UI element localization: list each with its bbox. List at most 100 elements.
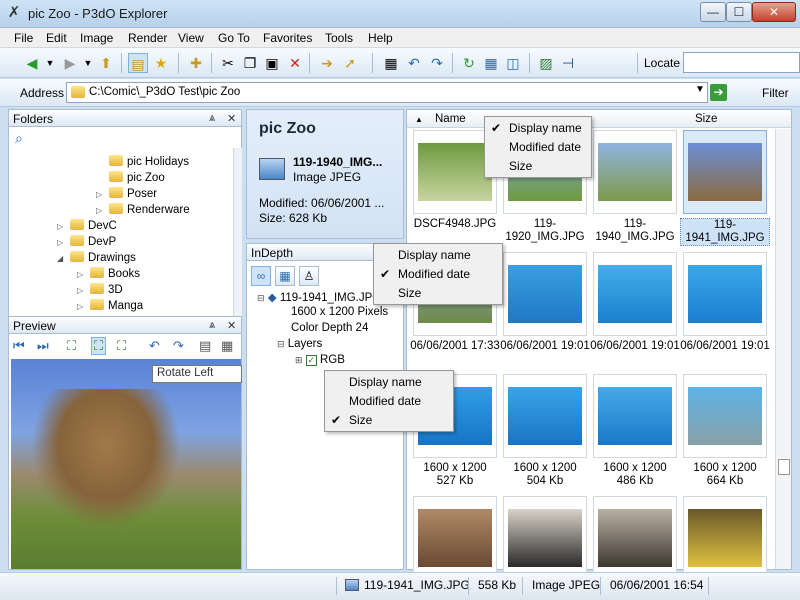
- menu-favorites[interactable]: Favorites: [263, 31, 312, 45]
- expand-icon[interactable]: ▷: [77, 270, 87, 279]
- indepth-rgb-node[interactable]: ⊞ ✓ RGB: [295, 354, 345, 366]
- address-field[interactable]: C:\Comic\_P3dO Test\pic Zoo ▼: [66, 82, 708, 103]
- menu-item-size[interactable]: ✔ Size: [325, 411, 453, 430]
- collapse-icon[interactable]: ⩓: [209, 112, 215, 125]
- back-icon[interactable]: ◀: [22, 53, 42, 73]
- next-icon[interactable]: ⏭: [37, 338, 49, 354]
- expand-icon[interactable]: ▷: [96, 190, 106, 199]
- tree-item-poser[interactable]: ▷ Poser: [96, 187, 157, 200]
- back-dropdown-icon[interactable]: ▼: [40, 53, 60, 73]
- properties-icon[interactable]: ▦: [221, 338, 233, 354]
- forward-dropdown-icon[interactable]: ▼: [78, 53, 98, 73]
- forward-icon[interactable]: ▶: [60, 53, 80, 73]
- menu-item-display-name[interactable]: Display name: [325, 373, 453, 392]
- menu-render[interactable]: Render: [128, 31, 167, 45]
- filter-button[interactable]: Filter: [762, 86, 789, 100]
- folders-toggle-icon[interactable]: ▤: [128, 53, 148, 73]
- menu-tools[interactable]: Tools: [325, 31, 353, 45]
- minimize-button[interactable]: —: [700, 2, 726, 22]
- close-icon[interactable]: ✕: [227, 319, 236, 332]
- menu-edit[interactable]: Edit: [46, 31, 67, 45]
- image-viewer-icon[interactable]: ▨: [536, 53, 556, 73]
- tree-item-pic-zoo[interactable]: pic Zoo: [109, 171, 165, 184]
- thumbnail-item[interactable]: [503, 374, 587, 458]
- menu-item-modified-date[interactable]: Modified date: [325, 392, 453, 411]
- thumbnail-item[interactable]: [593, 252, 677, 336]
- thumbnail-item[interactable]: [593, 130, 677, 214]
- grid-view-icon[interactable]: ▦: [275, 266, 295, 286]
- properties-icon[interactable]: ▦: [381, 53, 401, 73]
- file-list-scrollbar[interactable]: [775, 129, 791, 569]
- menu-item-display-name[interactable]: Display name: [374, 246, 502, 265]
- column-name[interactable]: Name: [435, 113, 466, 125]
- menu-view[interactable]: View: [178, 31, 204, 45]
- thumbnail-item[interactable]: [683, 374, 767, 458]
- thumbnail-item[interactable]: [593, 496, 677, 580]
- locate-input[interactable]: [683, 52, 800, 73]
- indepth-layers-node[interactable]: ⊟ Layers: [277, 338, 322, 350]
- new-folder-icon[interactable]: ✚: [186, 53, 206, 73]
- close-icon[interactable]: ✕: [227, 112, 236, 125]
- tree-item-devp[interactable]: ▷ DevP: [57, 235, 116, 248]
- thumbnail-item[interactable]: [503, 252, 587, 336]
- expand-icon[interactable]: ▷: [77, 302, 87, 311]
- actual-size-icon[interactable]: ⛶: [91, 337, 107, 355]
- scrollbar-thumb[interactable]: [778, 459, 790, 475]
- close-button[interactable]: ✕: [752, 2, 796, 22]
- menu-go-to[interactable]: Go To: [218, 31, 250, 45]
- collapse-icon[interactable]: ⩓: [209, 319, 215, 332]
- move-to-icon[interactable]: ➔: [317, 53, 337, 73]
- menu-image[interactable]: Image: [80, 31, 113, 45]
- column-size[interactable]: Size: [695, 113, 717, 125]
- rotate-left-icon[interactable]: ↶: [149, 338, 160, 354]
- rotate-left-icon[interactable]: ↶: [404, 53, 424, 73]
- previous-icon[interactable]: ⏮: [13, 338, 25, 354]
- menu-item-display-name[interactable]: ✔ Display name: [485, 119, 591, 138]
- chevron-down-icon[interactable]: ▼: [695, 84, 705, 95]
- thumbnail-item[interactable]: [593, 374, 677, 458]
- folders-scrollbar[interactable]: [233, 148, 242, 316]
- tree-item-devc[interactable]: ▷ DevC: [57, 219, 117, 232]
- indepth-file-node[interactable]: ⊟ ◆ 119-1941_IMG.JPG: [257, 290, 381, 304]
- menu-item-modified-date[interactable]: ✔ Modified date: [374, 265, 502, 284]
- title-bar[interactable]: ✗ pic Zoo - P3dO Explorer — ☐ ✕: [0, 0, 800, 28]
- search-icon[interactable]: ⌕: [15, 130, 23, 147]
- paste-icon[interactable]: ▣: [262, 53, 282, 73]
- pin-icon[interactable]: ⊣: [558, 53, 578, 73]
- refresh-icon[interactable]: ↻: [459, 53, 479, 73]
- runner-icon[interactable]: ♙: [299, 266, 319, 286]
- thumbnails-view-icon[interactable]: ▦: [481, 53, 501, 73]
- favorites-star-icon[interactable]: ★: [151, 53, 171, 73]
- tree-item-drawings[interactable]: ◢ Drawings: [57, 251, 136, 264]
- menu-item-modified-date[interactable]: Modified date: [485, 138, 591, 157]
- tree-item-books[interactable]: ▷ Books: [77, 267, 140, 280]
- menu-help[interactable]: Help: [368, 31, 393, 45]
- checkbox-checked-icon[interactable]: ✓: [305, 355, 317, 366]
- details-view-icon[interactable]: ◫: [503, 53, 523, 73]
- rotate-right-icon[interactable]: ↷: [173, 338, 184, 354]
- thumbnail-item[interactable]: [413, 496, 497, 580]
- tree-item-pic-holidays[interactable]: pic Holidays: [109, 155, 189, 168]
- go-arrow-icon[interactable]: ➔: [710, 84, 727, 101]
- menu-item-size[interactable]: Size: [374, 284, 502, 303]
- thumbnail-item[interactable]: [683, 252, 767, 336]
- tree-item-renderware[interactable]: ▷ Renderware: [96, 203, 190, 216]
- tree-item-manga[interactable]: ▷ Manga: [77, 299, 143, 312]
- rotate-right-icon[interactable]: ↷: [427, 53, 447, 73]
- collapse-icon[interactable]: ◢: [57, 254, 67, 263]
- zoom-icon[interactable]: ⛶: [117, 338, 126, 354]
- copy-icon[interactable]: ❐: [240, 53, 260, 73]
- binoculars-icon[interactable]: ∞: [251, 266, 271, 286]
- cut-icon[interactable]: ✂: [218, 53, 238, 73]
- menu-item-size[interactable]: Size: [485, 157, 591, 176]
- save-icon[interactable]: ▤: [199, 338, 211, 354]
- expand-icon[interactable]: ▷: [57, 222, 67, 231]
- maximize-button[interactable]: ☐: [726, 2, 752, 22]
- thumbnail-item[interactable]: [683, 496, 767, 580]
- fit-icon[interactable]: ⛶: [67, 338, 76, 354]
- expand-icon[interactable]: ▷: [57, 238, 67, 247]
- delete-icon[interactable]: ✕: [285, 53, 305, 73]
- expand-icon[interactable]: ▷: [77, 286, 87, 295]
- up-folder-icon[interactable]: ⬆: [96, 53, 116, 73]
- copy-to-icon[interactable]: ➚: [340, 53, 360, 73]
